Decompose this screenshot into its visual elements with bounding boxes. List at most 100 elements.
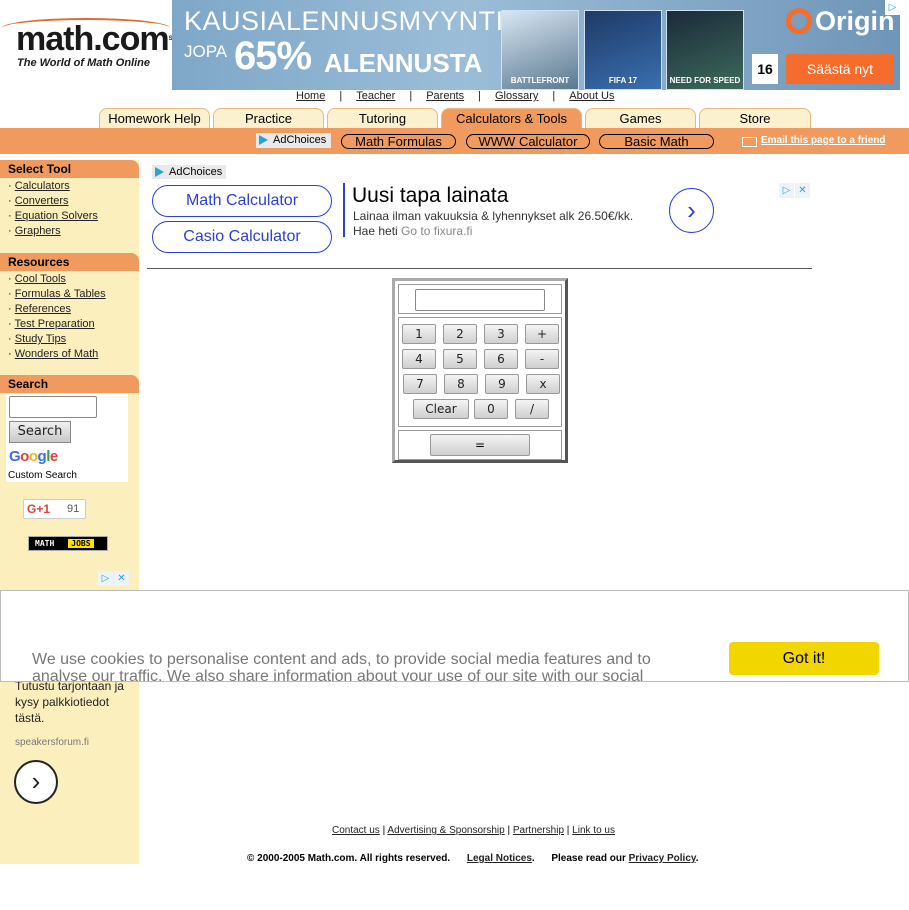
close-icon[interactable]: ✕ <box>114 571 129 586</box>
logo-brand: math.comSM <box>16 20 178 58</box>
footer-link-advertising[interactable]: Advertising & Sponsorship <box>387 825 504 836</box>
adchoices-icon[interactable]: ▷ <box>779 183 794 198</box>
math-calculator-ad-button[interactable]: Math Calculator <box>152 185 332 217</box>
sidebar-link-study-tips[interactable]: Study Tips <box>15 333 66 345</box>
search-button[interactable]: Search <box>9 421 71 443</box>
sidebar-link-calculators[interactable]: Calculators <box>15 180 70 192</box>
key-7[interactable]: 7 <box>403 374 437 394</box>
banner-headline: KAUSIALENNUSMYYNTI <box>184 6 504 36</box>
chevron-right-icon[interactable]: › <box>669 188 714 233</box>
age-rating-badge: 16 <box>752 54 778 84</box>
nav-link-home[interactable]: Home <box>296 90 325 104</box>
key-plus[interactable]: + <box>525 324 559 344</box>
www-calculator-button[interactable]: WWW Calculator <box>466 134 590 149</box>
calculator-display-row <box>398 284 562 314</box>
cookie-banner: We use cookies to personalise content an… <box>0 590 909 682</box>
sidebar-link-cool-tools[interactable]: Cool Tools <box>15 273 66 285</box>
chevron-right-icon[interactable]: › <box>14 760 58 804</box>
game-tile-nfs: NEED FOR SPEED <box>666 10 744 90</box>
sidebar-heading-select-tool: Select Tool <box>0 160 139 178</box>
key-0[interactable]: 0 <box>474 399 508 419</box>
game-tile-battlefront: BATTLEFRONT <box>501 10 579 90</box>
sidebar-ad-controls: ▷ ✕ <box>97 568 129 586</box>
list-item: · Equation Solvers <box>8 210 98 222</box>
adchoices-link[interactable]: AdChoices <box>152 165 226 179</box>
origin-ring-icon <box>786 8 812 34</box>
tab-homework-help[interactable]: Homework Help <box>99 108 210 128</box>
key-clear[interactable]: Clear <box>413 399 469 419</box>
footer-link-link-to-us[interactable]: Link to us <box>572 825 615 836</box>
site-logo[interactable]: math.comSM The World of Math Online <box>2 18 178 72</box>
content-divider <box>147 268 812 269</box>
top-banner-ad[interactable]: KAUSIALENNUSMYYNTI JOPA 65% ALENNUSTA BA… <box>172 0 900 90</box>
tab-calculators-tools[interactable]: Calculators & Tools <box>441 108 582 128</box>
key-9[interactable]: 9 <box>485 374 519 394</box>
gplus-count: 91 <box>67 503 80 515</box>
adchoices-icon <box>155 167 164 177</box>
sidebar-link-references[interactable]: References <box>15 303 71 315</box>
nav-link-teacher[interactable]: Teacher <box>356 90 395 104</box>
nav-link-glossary[interactable]: Glossary <box>495 90 538 104</box>
sidebar: Select Tool · Calculators · Converters ·… <box>0 160 139 864</box>
sidebar-link-formulas-tables[interactable]: Formulas & Tables <box>15 288 106 300</box>
privacy-policy-link[interactable]: Privacy Policy <box>629 853 696 864</box>
math-jobs-badge[interactable]: MATH JOBS <box>28 536 108 551</box>
key-4[interactable]: 4 <box>402 349 436 369</box>
banner-cta-button[interactable]: Säästä nyt <box>786 54 894 84</box>
adchoices-link[interactable]: AdChoices <box>256 133 331 148</box>
copyright: © 2000-2005 Math.com. All rights reserve… <box>247 853 699 864</box>
casio-calculator-ad-button[interactable]: Casio Calculator <box>152 221 332 253</box>
sidebar-link-graphers[interactable]: Graphers <box>15 225 61 237</box>
ad-title[interactable]: Uusi tapa lainata <box>352 184 508 208</box>
search-input[interactable] <box>9 396 97 418</box>
nav-separator: | <box>339 90 343 102</box>
key-divide[interactable]: / <box>515 399 549 419</box>
key-8[interactable]: 8 <box>444 374 478 394</box>
list-item: · Calculators <box>8 180 70 192</box>
email-page-link[interactable]: Email this page to a friend <box>742 135 885 147</box>
calculator-display[interactable] <box>415 289 545 311</box>
search-box: Search Google Custom Search <box>6 394 128 482</box>
key-5[interactable]: 5 <box>443 349 477 369</box>
footer-link-partnership[interactable]: Partnership <box>513 825 564 836</box>
adchoices-icon[interactable]: ▷ <box>98 571 113 586</box>
ad-go-link[interactable]: Go to fixura.fi <box>401 224 472 238</box>
basic-math-button[interactable]: Basic Math <box>599 134 714 149</box>
sidebar-link-equation-solvers[interactable]: Equation Solvers <box>15 210 98 222</box>
banner-suffix: ALENNUSTA <box>324 48 483 78</box>
top-nav-links: Home | Teacher | Parents | Glossary | Ab… <box>296 90 616 104</box>
banner-percent: 65% <box>234 34 312 78</box>
key-2[interactable]: 2 <box>443 324 477 344</box>
tab-tutoring[interactable]: Tutoring <box>327 108 438 128</box>
sidebar-ad-text[interactable]: Tutustu tarjontaan ja kysy palkkiotiedot… <box>15 678 133 726</box>
key-6[interactable]: 6 <box>484 349 518 369</box>
cookie-message: We use cookies to personalise content an… <box>32 651 651 682</box>
sidebar-link-test-preparation[interactable]: Test Preparation <box>15 318 95 330</box>
key-3[interactable]: 3 <box>484 324 518 344</box>
sidebar-link-converters[interactable]: Converters <box>15 195 69 207</box>
key-1[interactable]: 1 <box>402 324 436 344</box>
key-minus[interactable]: - <box>525 349 559 369</box>
sidebar-heading-search: Search <box>0 375 139 393</box>
sidebar-ad-url[interactable]: speakersforum.fi <box>15 737 89 748</box>
select-tool-list: · Calculators · Converters · Equation So… <box>8 179 98 239</box>
nav-separator: | <box>552 90 556 102</box>
sub-nav-bar: AdChoices Math Formulas WWW Calculator B… <box>0 128 909 154</box>
nav-link-parents[interactable]: Parents <box>426 90 464 104</box>
adchoices-icon[interactable]: ▷ <box>885 0 900 15</box>
tab-games[interactable]: Games <box>585 108 696 128</box>
math-formulas-button[interactable]: Math Formulas <box>341 134 456 149</box>
key-multiply[interactable]: x <box>526 374 560 394</box>
legal-notices-link[interactable]: Legal Notices <box>467 853 532 864</box>
google-plus-button[interactable]: G+1 91 <box>23 499 86 519</box>
calculator-equals-row: = <box>398 430 562 460</box>
tab-store[interactable]: Store <box>699 108 811 128</box>
tab-practice[interactable]: Practice <box>213 108 324 128</box>
footer-link-contact[interactable]: Contact us <box>332 825 380 836</box>
cookie-accept-button[interactable]: Got it! <box>729 642 879 675</box>
key-equals[interactable]: = <box>430 434 530 456</box>
sidebar-link-wonders-of-math[interactable]: Wonders of Math <box>15 348 99 360</box>
adchoices-icon <box>259 135 268 145</box>
close-icon[interactable]: ✕ <box>795 183 810 198</box>
nav-link-about[interactable]: About Us <box>569 90 614 104</box>
